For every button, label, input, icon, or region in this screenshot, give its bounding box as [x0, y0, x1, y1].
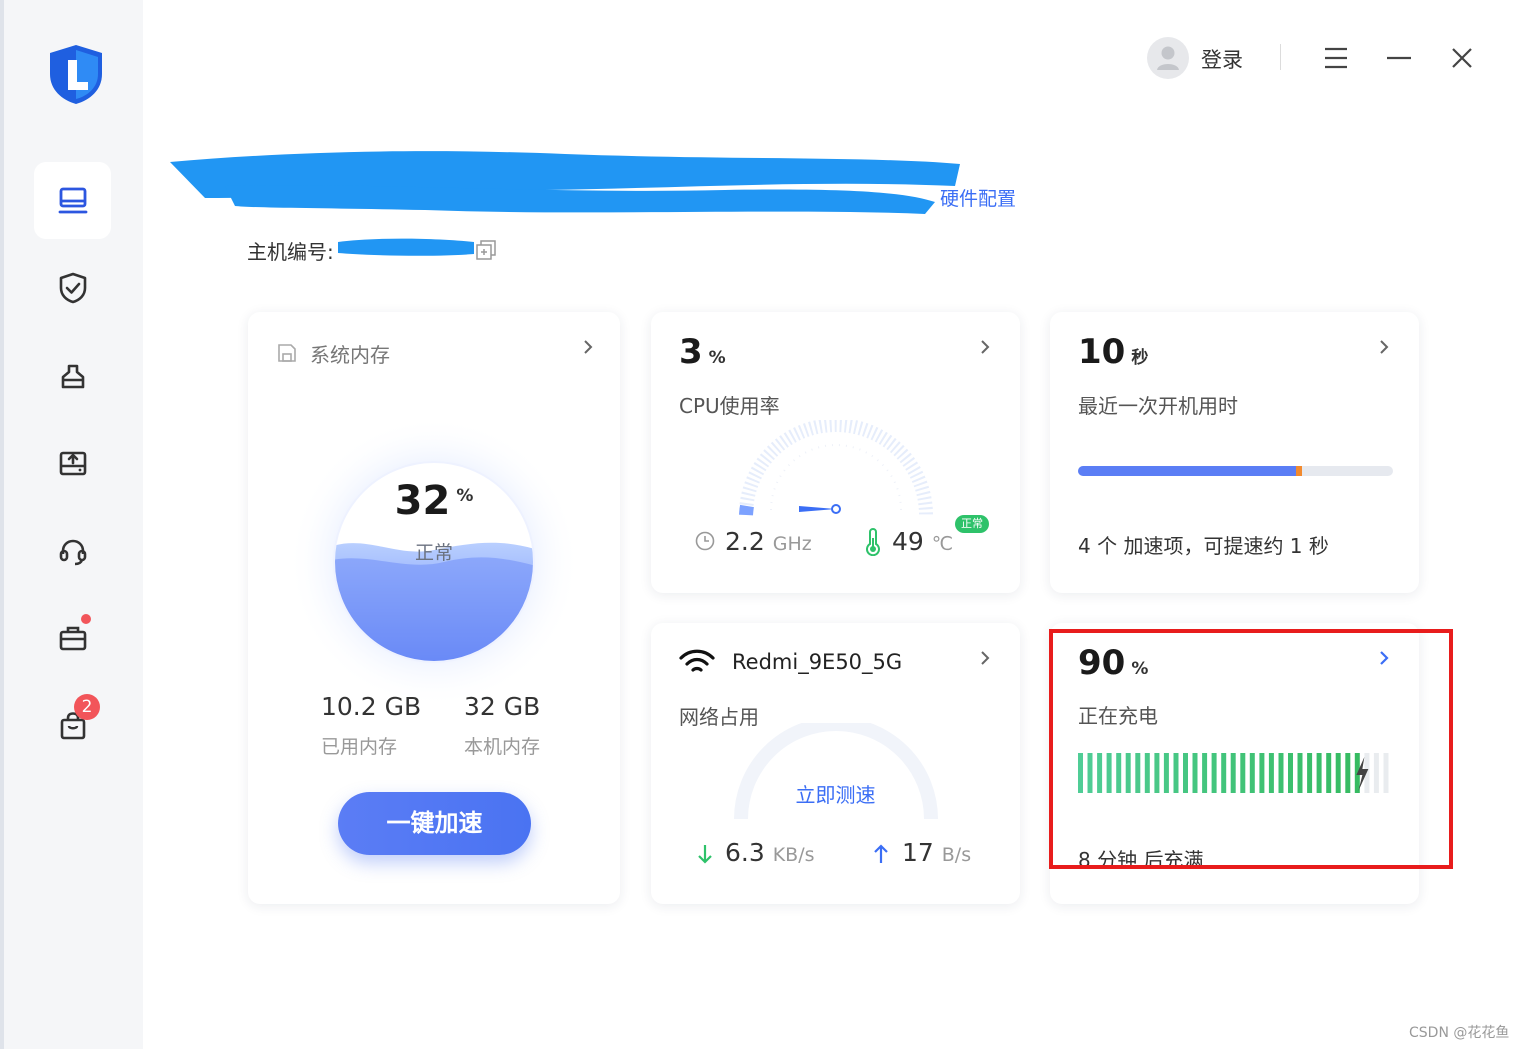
sidebar-item-toolbox[interactable]	[34, 599, 111, 676]
notification-dot	[81, 614, 91, 624]
sidebar-item-bag[interactable]: 2	[34, 687, 111, 764]
memory-total-value: 32 GB	[464, 692, 541, 721]
cpu-temperature: 49 ℃	[892, 527, 954, 556]
memory-used-label: 已用内存	[321, 736, 398, 758]
cpu-card[interactable]: 3% CPU使用率 2.2 GHz 49 ℃ 正常	[651, 312, 1020, 593]
hardware-config-link[interactable]: 硬件配置	[940, 184, 1016, 211]
toolbox-icon	[59, 626, 86, 650]
boot-progress-marker	[1295, 466, 1302, 476]
main-content: 登录 硬件配置 主机编号: 系统内存 32 % 正常 10.2 GB 已用内存 …	[143, 0, 1524, 1049]
cpu-gauge	[739, 420, 933, 516]
clean-icon	[61, 364, 84, 388]
redacted-device-name	[170, 151, 960, 214]
headset-icon	[59, 539, 86, 565]
chevron-right-icon[interactable]	[1375, 338, 1393, 356]
app-logo	[50, 45, 102, 104]
sidebar-item-security[interactable]	[34, 249, 111, 326]
boot-note: 4 个 加速项，可提速约 1 秒	[1078, 534, 1329, 558]
avatar[interactable]	[1147, 37, 1189, 79]
boot-time-value: 10 秒	[1078, 332, 1149, 372]
boot-time-label: 最近一次开机用时	[1078, 394, 1238, 418]
sidebar-item-backup[interactable]	[34, 424, 111, 501]
clock-icon	[695, 531, 715, 551]
upload-arrow-icon	[874, 844, 888, 863]
network-ssid: Redmi_9E50_5G	[732, 650, 903, 674]
menu-icon	[1325, 47, 1347, 69]
minimize-button[interactable]	[1381, 40, 1417, 76]
menu-button[interactable]	[1318, 40, 1354, 76]
disk-icon	[278, 344, 296, 362]
boot-progress-track	[1078, 466, 1393, 476]
chevron-right-icon[interactable]	[579, 338, 597, 356]
memory-status: 正常	[414, 542, 453, 564]
minimize-icon	[1387, 56, 1411, 60]
user-icon	[1157, 46, 1179, 70]
boot-progress-fill	[1078, 466, 1302, 476]
speedtest-link[interactable]: 立即测速	[651, 779, 1020, 808]
sidebar-item-service[interactable]	[34, 512, 111, 589]
upload-speed: 17 B/s	[902, 838, 972, 867]
network-card[interactable]: Redmi_9E50_5G 网络占用 立即测速 6.3 KB/s 17 B/s	[651, 623, 1020, 904]
download-arrow-icon	[698, 845, 712, 864]
download-speed: 6.3 KB/s	[725, 838, 815, 867]
thermometer-icon	[866, 528, 880, 556]
copy-icon[interactable]	[474, 238, 498, 262]
redacted-host-id	[338, 238, 474, 256]
network-gauge	[734, 723, 938, 820]
chevron-right-icon[interactable]	[976, 649, 994, 667]
memory-title: 系统内存	[310, 343, 390, 367]
wifi-icon	[679, 649, 715, 672]
boot-time-card[interactable]: 10 秒 最近一次开机用时 4 个 加速项，可提速约 1 秒	[1050, 312, 1419, 593]
boost-button[interactable]: 一键加速	[338, 792, 531, 855]
memory-percent: 32%	[394, 478, 474, 524]
close-button[interactable]	[1444, 40, 1480, 76]
cpu-label: CPU使用率	[679, 394, 780, 418]
sidebar-item-computer[interactable]	[34, 162, 111, 239]
app-window: 2 登录 硬件配置 主机编号: 系统内存 32 % 正常 10.2 GB 已用内…	[0, 0, 1524, 1049]
host-id-label: 主机编号:	[247, 240, 334, 264]
chevron-right-icon[interactable]	[976, 338, 994, 356]
toolbar-divider	[1280, 44, 1281, 70]
temp-status-badge: 正常	[955, 515, 989, 533]
highlight-annotation	[1049, 629, 1453, 869]
computer-icon	[58, 187, 87, 213]
close-icon	[1452, 48, 1472, 68]
upload-box-icon	[59, 451, 86, 475]
sidebar-item-clean[interactable]	[34, 337, 111, 414]
memory-used-value: 10.2 GB	[321, 692, 422, 721]
sidebar: 2	[4, 0, 143, 1049]
watermark: CSDN @花花鱼	[1409, 1025, 1510, 1041]
memory-card[interactable]: 系统内存 32% 正常 10.2 GB 已用内存 32 GB 本机内存 一键加速	[248, 312, 620, 904]
memory-total-label: 本机内存	[464, 736, 541, 758]
login-link[interactable]: 登录	[1201, 44, 1243, 74]
cpu-percent: 3%	[679, 332, 726, 372]
cpu-frequency: 2.2 GHz	[725, 527, 812, 556]
bag-badge: 2	[74, 694, 100, 720]
shield-check-icon	[59, 272, 86, 303]
